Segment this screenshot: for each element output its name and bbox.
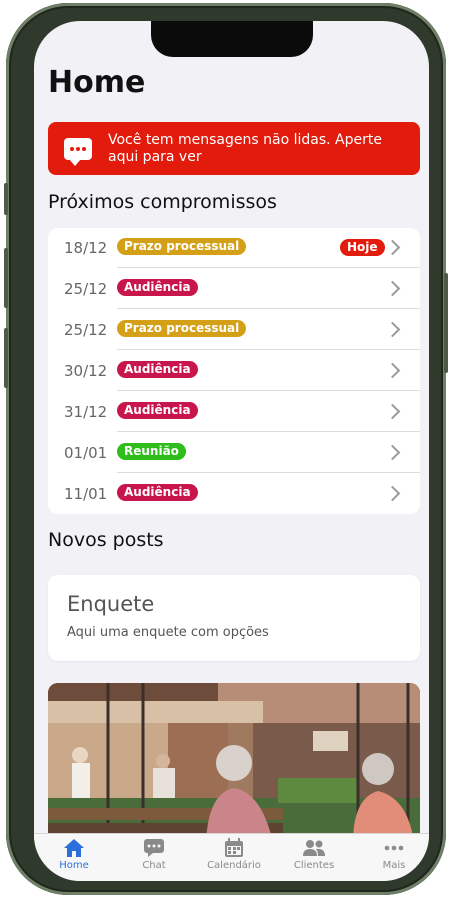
page-title: Home: [48, 65, 146, 100]
appointment-row[interactable]: 30/12 Audiência: [48, 351, 420, 391]
chevron-right-icon: [384, 485, 401, 502]
tab-more[interactable]: Mais: [364, 838, 424, 871]
post-image: [48, 683, 420, 843]
appointment-tag: Reunião: [117, 443, 186, 460]
alert-text: Você tem mensagens não lidas. Aperte aqu…: [108, 131, 382, 165]
appointments-list: 18/12 Prazo processual Hoje 25/12 Audiên…: [48, 228, 420, 514]
poll-title: Enquete: [67, 592, 155, 616]
appointment-row[interactable]: 25/12 Prazo processual: [48, 310, 420, 350]
appointment-row[interactable]: 11/01 Audiência: [48, 474, 420, 514]
tab-calendar[interactable]: Calendário: [204, 838, 264, 871]
app-screen: Home Você tem mensagens não lidas. Apert…: [34, 21, 429, 881]
phone-button: [4, 248, 8, 308]
notch: [151, 21, 313, 57]
appointment-tag: Audiência: [117, 361, 198, 378]
people-icon: [303, 840, 325, 856]
appointment-date: 18/12: [64, 239, 108, 257]
tab-label: Chat: [142, 860, 166, 871]
phone-frame: Home Você tem mensagens não lidas. Apert…: [4, 3, 448, 895]
post-photo[interactable]: [48, 683, 420, 843]
chevron-right-icon: [384, 280, 401, 297]
more-icon: [384, 845, 404, 851]
phone-button: [444, 273, 448, 373]
today-badge: Hoje: [340, 239, 385, 256]
chevron-right-icon: [384, 403, 401, 420]
chevron-right-icon: [384, 444, 401, 461]
appointment-date: 01/01: [64, 444, 108, 462]
appointment-tag: Prazo processual: [117, 238, 247, 255]
appointment-row[interactable]: 18/12 Prazo processual Hoje: [48, 228, 420, 268]
appointments-heading: Próximos compromissos: [48, 191, 277, 213]
appointment-tag: Audiência: [117, 279, 198, 296]
poll-subtitle: Aqui uma enquete com opções: [67, 625, 269, 640]
home-icon: [64, 839, 84, 857]
appointment-date: 30/12: [64, 362, 108, 380]
calendar-icon: [225, 838, 243, 857]
unread-messages-alert[interactable]: Você tem mensagens não lidas. Aperte aqu…: [48, 122, 420, 175]
appointment-date: 25/12: [64, 321, 108, 339]
posts-heading: Novos posts: [48, 529, 164, 551]
chevron-right-icon: [384, 362, 401, 379]
chat-bubble-icon: [64, 137, 92, 166]
appointment-date: 31/12: [64, 403, 108, 421]
appointment-tag: Prazo processual: [117, 320, 247, 337]
chevron-right-icon: [384, 239, 401, 256]
tab-clients[interactable]: Clientes: [284, 838, 344, 871]
appointment-row[interactable]: 25/12 Audiência: [48, 269, 420, 309]
appointment-date: 11/01: [64, 485, 108, 503]
tab-home[interactable]: Home: [44, 838, 104, 871]
phone-button: [4, 328, 8, 388]
tab-label: Clientes: [293, 860, 335, 871]
chat-icon: [144, 839, 164, 857]
appointment-row[interactable]: 01/01 Reunião: [48, 433, 420, 473]
appointment-date: 25/12: [64, 280, 108, 298]
tab-label: Home: [59, 860, 89, 871]
chevron-right-icon: [384, 321, 401, 338]
phone-button: [4, 183, 8, 215]
poll-post-card[interactable]: Enquete Aqui uma enquete com opções: [48, 575, 420, 661]
tab-label: Mais: [382, 860, 406, 871]
appointment-tag: Audiência: [117, 402, 198, 419]
appointment-tag: Audiência: [117, 484, 198, 501]
tab-label: Calendário: [207, 860, 261, 871]
tab-bar: Home Chat Calendário Clientes Mais: [34, 833, 429, 881]
tab-chat[interactable]: Chat: [124, 838, 184, 871]
appointment-row[interactable]: 31/12 Audiência: [48, 392, 420, 432]
